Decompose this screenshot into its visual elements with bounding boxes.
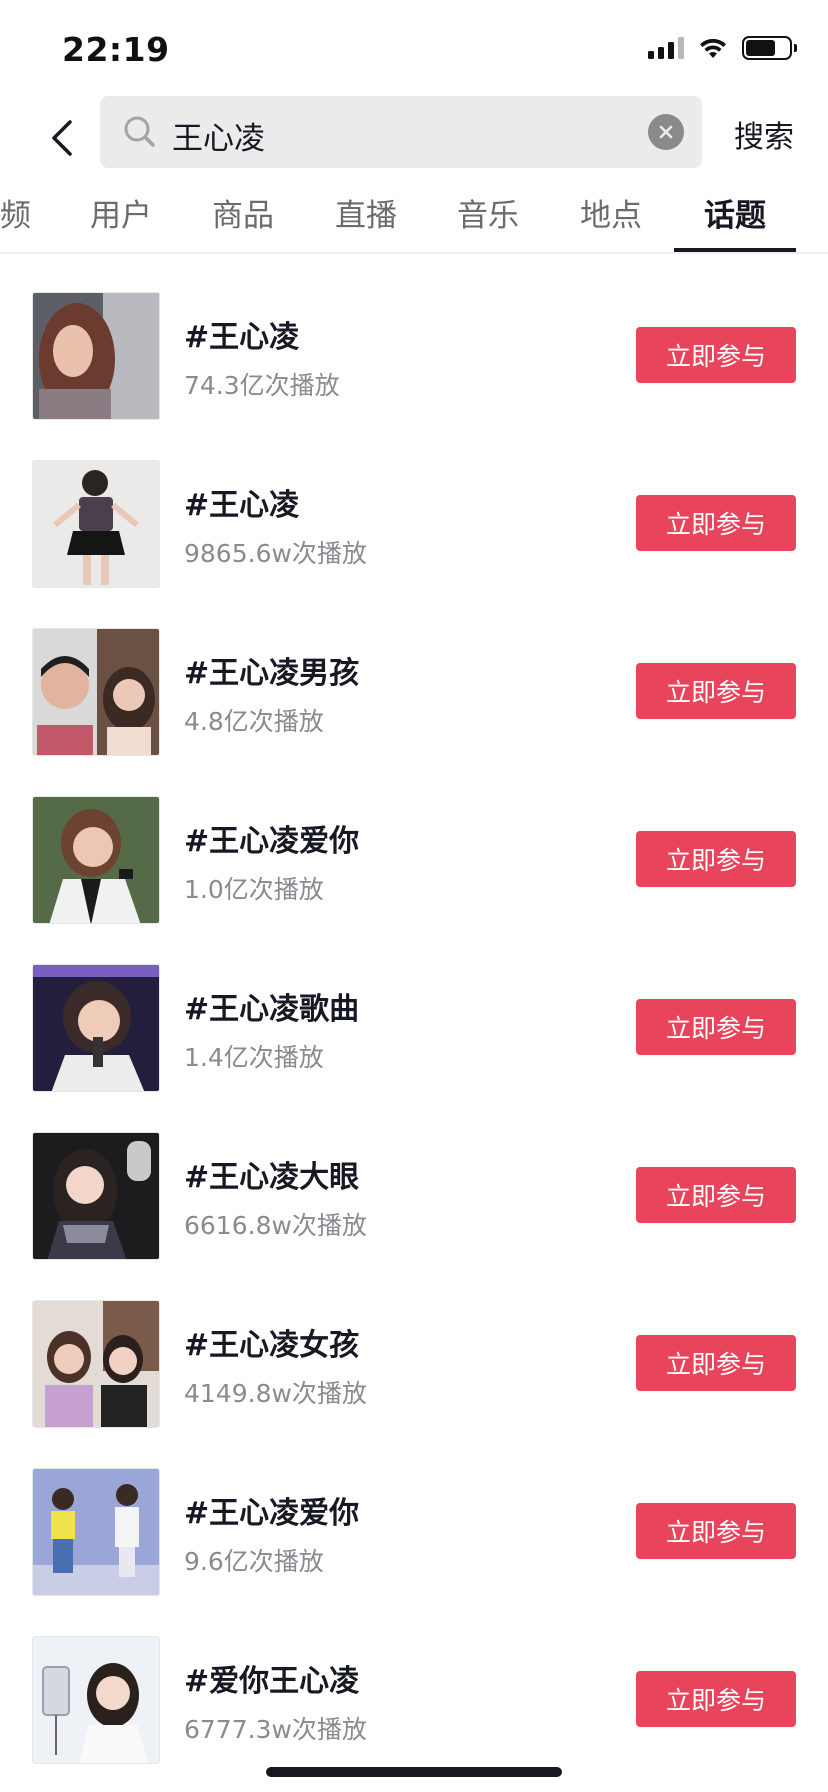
list-item[interactable]: #王心凌 74.3亿次播放 立即参与 — [0, 292, 828, 460]
back-button[interactable] — [32, 108, 92, 168]
battery-icon — [742, 36, 797, 60]
close-icon — [659, 125, 673, 139]
list-item[interactable]: #王心凌女孩 4149.8w次播放 立即参与 — [0, 1300, 828, 1468]
tab-topics[interactable]: 话题 — [704, 190, 766, 235]
wifi-icon — [700, 38, 726, 58]
search-query-text: 王心凌 — [172, 121, 265, 157]
topic-thumbnail — [32, 1132, 160, 1260]
list-item[interactable]: #王心凌爱你 9.6亿次播放 立即参与 — [0, 1468, 828, 1636]
topic-thumbnail — [32, 460, 160, 588]
topic-title: #王心凌 — [184, 488, 300, 523]
join-topic-button[interactable]: 立即参与 — [636, 1503, 796, 1559]
clear-search-button[interactable] — [648, 114, 684, 150]
topic-view-count: 9865.6w次播放 — [184, 539, 367, 568]
topic-title: #王心凌大眼 — [184, 1160, 360, 1195]
tab-music[interactable]: 音乐 — [457, 190, 519, 235]
status-icons — [648, 36, 797, 60]
topic-title: #爱你王心凌 — [184, 1664, 360, 1699]
join-topic-button[interactable]: 立即参与 — [636, 327, 796, 383]
join-topic-button[interactable]: 立即参与 — [636, 663, 796, 719]
topic-title: #王心凌歌曲 — [184, 992, 360, 1027]
search-icon — [124, 116, 155, 147]
topic-view-count: 6616.8w次播放 — [184, 1211, 367, 1240]
status-bar: 22:19 — [0, 0, 828, 96]
topic-thumbnail — [32, 1300, 160, 1428]
list-item[interactable]: #王心凌 9865.6w次播放 立即参与 — [0, 460, 828, 628]
topic-thumbnail — [32, 1636, 160, 1764]
join-topic-button[interactable]: 立即参与 — [636, 1335, 796, 1391]
search-header: 王心凌 搜索 — [0, 96, 828, 188]
list-item[interactable]: #王心凌爱你 1.0亿次播放 立即参与 — [0, 796, 828, 964]
search-submit-button[interactable]: 搜索 — [734, 112, 794, 156]
status-time: 22:19 — [62, 30, 170, 69]
chevron-left-icon — [52, 120, 72, 156]
tab-products[interactable]: 商品 — [212, 190, 274, 235]
list-item[interactable]: #王心凌歌曲 1.4亿次播放 立即参与 — [0, 964, 828, 1132]
topic-view-count: 9.6亿次播放 — [184, 1547, 324, 1576]
tab-users[interactable]: 用户 — [90, 190, 152, 235]
list-item[interactable]: #王心凌大眼 6616.8w次播放 立即参与 — [0, 1132, 828, 1300]
topic-title: #王心凌 — [184, 320, 300, 355]
topic-thumbnail — [32, 628, 160, 756]
topic-view-count: 4149.8w次播放 — [184, 1379, 367, 1408]
join-topic-button[interactable]: 立即参与 — [636, 1167, 796, 1223]
category-tabs: 频 用户 商品 直播 音乐 地点 话题 — [0, 188, 828, 254]
cellular-signal-icon — [648, 37, 684, 59]
topic-thumbnail — [32, 292, 160, 420]
tab-live[interactable]: 直播 — [335, 190, 397, 235]
tab-location[interactable]: 地点 — [580, 190, 642, 235]
list-item[interactable]: #王心凌男孩 4.8亿次播放 立即参与 — [0, 628, 828, 796]
active-tab-indicator — [674, 248, 796, 252]
join-topic-button[interactable]: 立即参与 — [636, 999, 796, 1055]
topic-title: #王心凌爱你 — [184, 1496, 360, 1531]
search-input[interactable]: 王心凌 — [100, 96, 702, 168]
join-topic-button[interactable]: 立即参与 — [636, 495, 796, 551]
topic-title: #王心凌女孩 — [184, 1328, 360, 1363]
topic-view-count: 1.4亿次播放 — [184, 1043, 324, 1072]
topic-thumbnail — [32, 796, 160, 924]
topic-view-count: 1.0亿次播放 — [184, 875, 324, 904]
topic-view-count: 4.8亿次播放 — [184, 707, 324, 736]
home-indicator — [266, 1767, 562, 1777]
tab-video[interactable]: 频 — [0, 190, 31, 235]
topic-title: #王心凌男孩 — [184, 656, 360, 691]
join-topic-button[interactable]: 立即参与 — [636, 831, 796, 887]
topic-title: #王心凌爱你 — [184, 824, 360, 859]
topic-thumbnail — [32, 964, 160, 1092]
topic-thumbnail — [32, 1468, 160, 1596]
topic-view-count: 74.3亿次播放 — [184, 371, 340, 400]
topic-view-count: 6777.3w次播放 — [184, 1715, 367, 1744]
join-topic-button[interactable]: 立即参与 — [636, 1671, 796, 1727]
